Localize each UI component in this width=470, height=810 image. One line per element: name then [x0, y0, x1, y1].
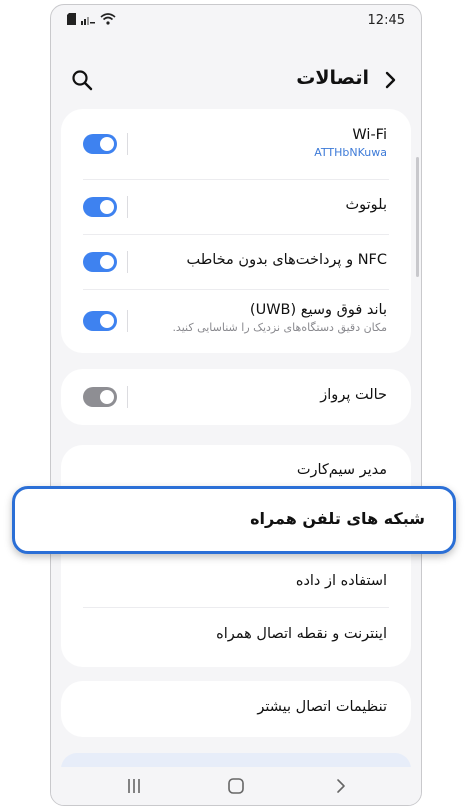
row-separator [127, 310, 128, 332]
hotspot-row[interactable]: اینترنت و نقطه اتصال همراه [61, 608, 411, 663]
chevron-right-icon[interactable] [379, 69, 401, 91]
row-separator [127, 251, 128, 273]
status-time: 12:45 [367, 13, 405, 28]
sim-icon [67, 13, 76, 25]
airplane-mode-text: حالت پرواز [320, 387, 387, 403]
network-card: مدیر سیم‌کارت استفاده از داده اینترنت و … [61, 445, 411, 667]
toggle-knob [100, 137, 114, 151]
data-usage-row[interactable]: استفاده از داده [61, 563, 411, 613]
bluetooth-toggle[interactable] [83, 197, 117, 217]
page-title: اتصالات [296, 67, 369, 89]
data-usage-title: استفاده از داده [295, 573, 387, 589]
home-icon[interactable] [227, 777, 245, 795]
search-icon[interactable] [71, 69, 93, 91]
nfc-text: NFC و پرداخت‌های بدون مخاطب [186, 252, 387, 268]
airplane-card: حالت پرواز [61, 369, 411, 425]
uwb-row[interactable]: باند فوق وسیع (UWB) مکان دقیق دستگاه‌های… [61, 290, 411, 353]
toggle-knob [100, 200, 114, 214]
more-settings-text: تنظیمات اتصال بیشتر [257, 699, 387, 715]
bluetooth-row[interactable]: بلوتوث [61, 180, 411, 234]
mobile-networks-row[interactable]: شبکه های تلفن همراه [12, 486, 456, 554]
row-separator [127, 386, 128, 408]
more-connection-settings-row[interactable]: تنظیمات اتصال بیشتر [61, 681, 411, 737]
nfc-row[interactable]: NFC و پرداخت‌های بدون مخاطب [61, 235, 411, 289]
uwb-title: باند فوق وسیع (UWB) [249, 302, 387, 318]
bluetooth-text: بلوتوث [345, 197, 387, 213]
nfc-toggle[interactable] [83, 252, 117, 272]
sim-manager-title: مدیر سیم‌کارت [296, 462, 387, 478]
hotspot-text: اینترنت و نقطه اتصال همراه [216, 626, 387, 642]
back-icon[interactable] [332, 777, 350, 795]
airplane-mode-title: حالت پرواز [320, 387, 387, 403]
mobile-networks-title: شبکه های تلفن همراه [250, 509, 425, 528]
more-settings-title: تنظیمات اتصال بیشتر [257, 699, 387, 715]
uwb-toggle[interactable] [83, 311, 117, 331]
bluetooth-title: بلوتوث [345, 197, 387, 213]
airplane-mode-row[interactable]: حالت پرواز [61, 369, 411, 425]
nfc-title: NFC و پرداخت‌های بدون مخاطب [186, 252, 387, 268]
more-settings-card: تنظیمات اتصال بیشتر [61, 681, 411, 737]
signal-icon [81, 17, 95, 25]
phone-frame: 12:45 اتصالات Wi-Fi ATTHbNKuwa بلوتوث NF… [50, 4, 422, 806]
header: اتصالات [51, 55, 421, 105]
wifi-row[interactable]: Wi-Fi ATTHbNKuwa [61, 109, 411, 179]
wifi-network-name: ATTHbNKuwa [314, 146, 387, 159]
toggle-knob [100, 255, 114, 269]
uwb-text: باند فوق وسیع (UWB) مکان دقیق دستگاه‌های… [172, 302, 387, 334]
recent-apps-icon[interactable] [125, 777, 143, 795]
status-bar: 12:45 [51, 5, 421, 35]
airplane-mode-toggle[interactable] [83, 387, 117, 407]
hotspot-title: اینترنت و نقطه اتصال همراه [216, 626, 387, 642]
wifi-icon [100, 13, 116, 25]
wifi-text: Wi-Fi ATTHbNKuwa [314, 127, 387, 159]
navigation-bar [51, 767, 421, 805]
wifi-toggle[interactable] [83, 134, 117, 154]
toggle-knob [100, 390, 114, 404]
row-separator [127, 133, 128, 155]
connections-card: Wi-Fi ATTHbNKuwa بلوتوث NFC و پرداخت‌های… [61, 109, 411, 353]
scrollbar[interactable] [416, 157, 419, 277]
toggle-knob [100, 314, 114, 328]
uwb-subtitle: مکان دقیق دستگاه‌های نزدیک را شناسایی کن… [172, 321, 387, 334]
sim-manager-text: مدیر سیم‌کارت [297, 462, 387, 478]
data-usage-text: استفاده از داده [296, 573, 387, 589]
row-separator [127, 196, 128, 218]
status-icons [67, 13, 116, 25]
wifi-title: Wi-Fi [352, 127, 387, 143]
